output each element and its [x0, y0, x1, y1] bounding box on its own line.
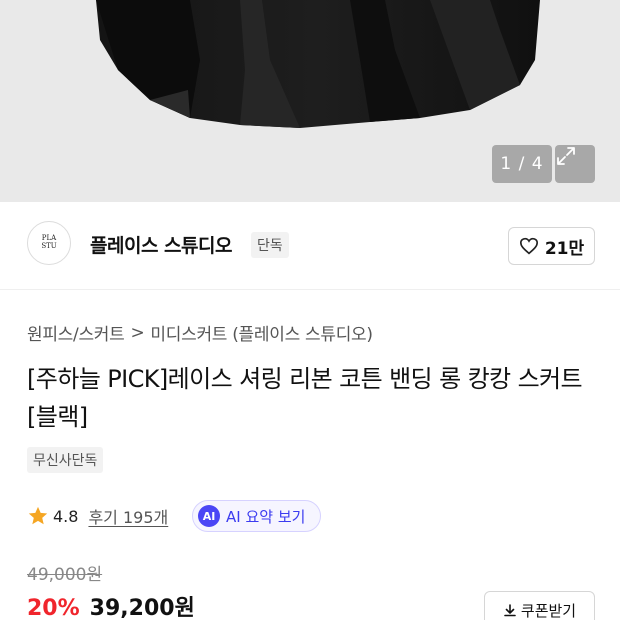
- expand-icon: [557, 147, 575, 165]
- ai-icon: AI: [198, 505, 220, 527]
- chevron-right-icon: >: [130, 322, 145, 343]
- brand-logo[interactable]: PLA STU: [27, 221, 71, 265]
- ai-summary-button[interactable]: AI AI 요약 보기: [192, 500, 321, 532]
- review-count-link[interactable]: 후기 195개: [88, 504, 168, 528]
- brand-logo-image: PLA STU: [41, 234, 57, 250]
- original-price: 49,000원: [27, 565, 103, 585]
- coupon-button[interactable]: 쿠폰받기: [484, 591, 595, 620]
- ai-summary-label: AI 요약 보기: [226, 507, 306, 526]
- heart-icon: [519, 237, 538, 255]
- coupon-label: 쿠폰받기: [520, 601, 577, 620]
- svg-text:PLA: PLA: [42, 234, 57, 242]
- rating-score: 4.8: [53, 506, 79, 526]
- download-icon: [504, 604, 516, 617]
- exclusive-badge: 무신사단독: [27, 447, 104, 473]
- like-button[interactable]: 21만: [508, 227, 595, 265]
- category-primary[interactable]: 원피스/스커트: [27, 320, 125, 345]
- category-secondary[interactable]: 미디스커트 (플레이스 스튜디오): [150, 320, 373, 345]
- image-counter: 1 / 4: [492, 145, 552, 183]
- sale-price: 39,200원: [89, 596, 195, 620]
- expand-image-button[interactable]: [555, 145, 595, 183]
- star-icon: [28, 506, 48, 525]
- like-count: 21만: [544, 238, 585, 259]
- discount-rate: 20%: [27, 596, 80, 620]
- rating-row: 4.8 후기 195개: [27, 500, 168, 532]
- product-title: [주하늘 PICK]레이스 셔링 리본 코튼 밴딩 롱 캉캉 스커트 [블랙]: [27, 365, 583, 431]
- breadcrumb: 원피스/스커트 > 미디스커트 (플레이스 스튜디오): [27, 320, 373, 346]
- brand-name[interactable]: 플레이스 스튜디오: [90, 231, 232, 258]
- price-row: 20% 39,200원: [27, 590, 195, 620]
- svg-text:STU: STU: [41, 242, 56, 250]
- brand-exclusive-tag: 단독: [251, 232, 289, 258]
- product-image[interactable]: 1 / 4: [0, 0, 620, 202]
